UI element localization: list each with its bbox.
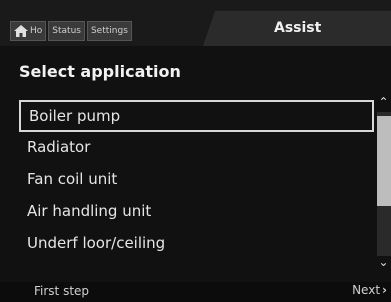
page-title: Select application <box>19 62 181 81</box>
list-item-underfloor-ceiling[interactable]: Underf loor/ceiling <box>19 228 374 260</box>
scrollbar-thumb[interactable] <box>377 116 391 206</box>
tab-settings-label: Settings <box>90 26 128 36</box>
application-list: Boiler pump Radiator Fan coil unit Air h… <box>19 100 374 260</box>
list-item-fan-coil-unit[interactable]: Fan coil unit <box>19 164 374 196</box>
list-item-radiator[interactable]: Radiator <box>19 132 374 164</box>
list-item-boiler-pump[interactable]: Boiler pump <box>19 100 374 132</box>
list-item-air-handling-unit[interactable]: Air handling unit <box>19 196 374 228</box>
tab-assist-label: Assist <box>274 20 322 36</box>
house-icon <box>14 25 28 37</box>
tab-strip: Ho Status Settings <box>10 21 134 41</box>
next-button[interactable]: Next › <box>352 283 387 297</box>
pump-display-screen: Ho Status Settings Assist Select applica… <box>0 0 391 302</box>
tab-bar: Ho Status Settings Assist <box>0 0 391 46</box>
chevron-down-icon[interactable]: ⌄ <box>376 256 391 268</box>
chevron-right-icon: › <box>382 283 387 297</box>
tab-home[interactable]: Ho <box>10 21 47 41</box>
tab-home-label: Ho <box>30 26 43 36</box>
chevron-up-icon[interactable]: ⌃ <box>376 96 391 108</box>
first-step-button[interactable]: First step <box>34 284 89 298</box>
next-label: Next <box>352 283 381 297</box>
tab-settings[interactable]: Settings <box>86 21 132 41</box>
tab-status[interactable]: Status <box>48 21 85 41</box>
tab-status-label: Status <box>52 26 81 36</box>
